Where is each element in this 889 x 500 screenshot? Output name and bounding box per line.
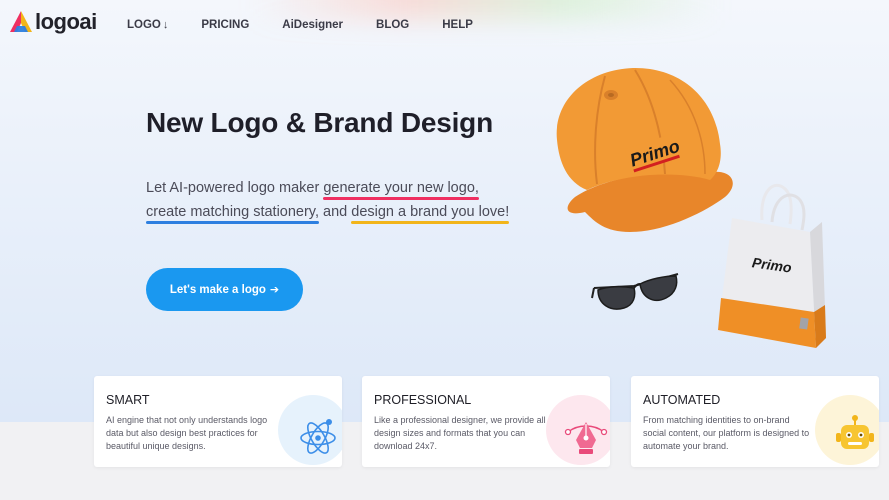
card-text: Like a professional designer, we provide… xyxy=(374,415,546,451)
feature-card-smart: SMART AI engine that not only understand… xyxy=(94,376,342,467)
nav-item-help[interactable]: HELP xyxy=(442,19,473,31)
card-title: AUTOMATED xyxy=(643,393,721,407)
logo-mark-icon xyxy=(10,11,32,32)
hero-title: New Logo & Brand Design xyxy=(146,107,493,138)
nav-item-label: LOGO xyxy=(127,19,161,31)
arrow-down-icon: ↓ xyxy=(162,19,169,31)
hero-subtitle-text: Let AI-powered logo maker xyxy=(146,180,324,196)
card-text: AI engine that not only understands logo… xyxy=(106,415,268,451)
brand-design-link[interactable]: design a brand you love! xyxy=(351,204,510,224)
pen-tool-icon xyxy=(564,422,608,454)
nav-item-pricing[interactable]: PRICING xyxy=(201,19,249,31)
sunglasses-image xyxy=(591,273,679,310)
main-nav: LOGO ↓ PRICING AiDesigner BLOG HELP xyxy=(127,19,506,31)
make-logo-button-label: Let's make a logo xyxy=(169,283,266,296)
stationery-link[interactable]: create matching stationery, xyxy=(146,204,320,224)
card-title: PROFESSIONAL xyxy=(374,393,472,407)
generate-logo-link[interactable]: generate your new logo, xyxy=(323,180,479,200)
atom-icon xyxy=(300,419,336,454)
card-title: SMART xyxy=(106,393,150,407)
robot-icon xyxy=(836,415,874,449)
cap-image: Primo xyxy=(556,67,733,232)
hero-subtitle-line-2: create matching stationery, and design a… xyxy=(146,204,510,224)
nav-item-logo[interactable]: LOGO ↓ xyxy=(127,19,168,31)
arrow-circle-right-icon: ➔ xyxy=(269,284,280,296)
card-text: From matching identities to on-brand soc… xyxy=(643,415,810,451)
hero-subtitle-line-1: Let AI-powered logo maker generate your … xyxy=(146,180,479,200)
hero-glow xyxy=(250,0,720,20)
nav-item-blog[interactable]: BLOG xyxy=(376,19,409,31)
feature-card-automated: AUTOMATED From matching identities to on… xyxy=(631,376,879,467)
hero-subtitle-text: and xyxy=(319,204,352,220)
make-logo-button[interactable]: Let's make a logo ➔ xyxy=(146,268,303,311)
shopping-bag-image: Primo xyxy=(718,183,826,348)
feature-card-professional: PROFESSIONAL Like a professional designe… xyxy=(362,376,610,467)
logo-text: logoai xyxy=(35,9,97,34)
logo[interactable]: logoai xyxy=(8,9,97,35)
nav-item-aidesigner[interactable]: AiDesigner xyxy=(282,19,343,31)
